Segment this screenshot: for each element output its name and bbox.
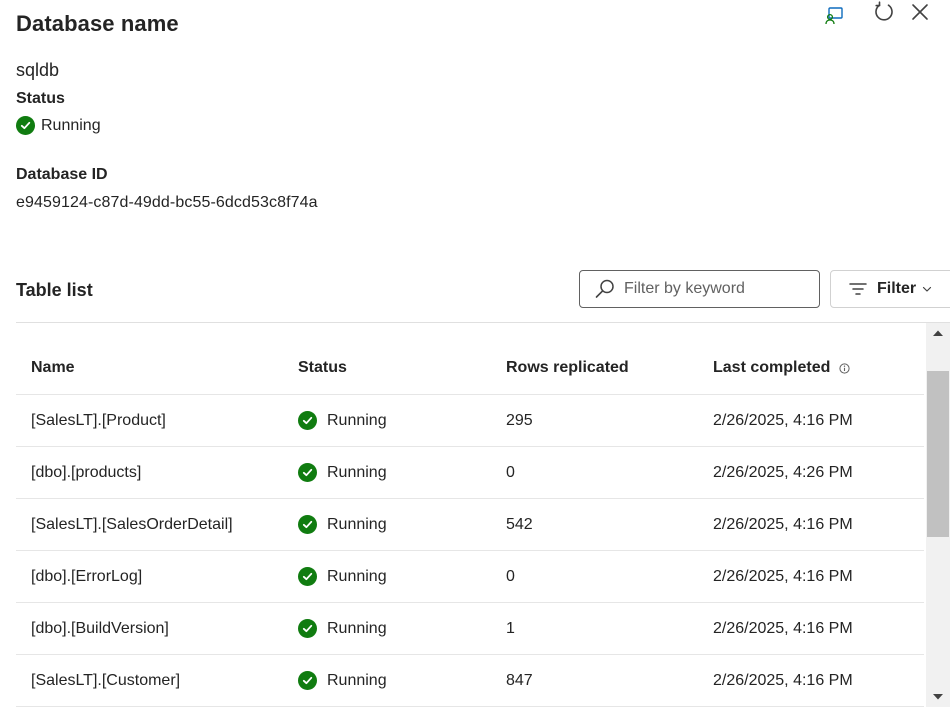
close-icon[interactable] — [908, 0, 932, 24]
search-icon — [594, 278, 616, 300]
table-list: Name Status Rows replicated Last complet… — [16, 342, 924, 707]
filter-button[interactable]: Filter — [830, 270, 950, 308]
row-rows-replicated: 0 — [506, 463, 515, 481]
row-status: Running — [298, 395, 387, 446]
row-name: [dbo].[BuildVersion] — [31, 619, 169, 637]
row-last-completed: 2/26/2025, 4:26 PM — [713, 463, 853, 481]
row-status-label: Running — [327, 619, 387, 637]
row-last-completed: 2/26/2025, 4:16 PM — [713, 411, 853, 429]
row-name: [dbo].[products] — [31, 463, 142, 481]
row-status: Running — [298, 499, 387, 550]
scrollbar-thumb[interactable] — [927, 371, 949, 537]
column-header-status[interactable]: Status — [298, 342, 347, 394]
section-divider — [16, 322, 950, 323]
row-last-completed: 2/26/2025, 4:16 PM — [713, 671, 853, 689]
row-status: Running — [298, 603, 387, 654]
database-id-value: e9459124-c87d-49dd-bc55-6dcd53c8f74a — [16, 194, 318, 211]
table-row[interactable]: [dbo].[products] Running 0 2/26/2025, 4:… — [16, 447, 924, 499]
feedback-icon[interactable] — [822, 4, 846, 28]
panel-toolbar — [820, 0, 950, 26]
row-name: [SalesLT].[Product] — [31, 411, 166, 429]
database-name-value: sqldb — [16, 60, 60, 80]
row-rows-replicated: 295 — [506, 411, 533, 429]
row-status-label: Running — [327, 463, 387, 481]
check-circle-icon — [298, 515, 317, 534]
check-circle-icon — [298, 411, 317, 430]
row-last-completed: 2/26/2025, 4:16 PM — [713, 619, 853, 637]
row-status: Running — [298, 447, 387, 498]
row-status: Running — [298, 551, 387, 602]
check-circle-icon — [16, 116, 35, 135]
chevron-down-icon — [922, 285, 932, 293]
filter-keyword-search[interactable] — [579, 270, 820, 308]
scroll-up-arrow-icon[interactable] — [926, 329, 950, 345]
table-header-row: Name Status Rows replicated Last complet… — [16, 342, 924, 395]
scroll-down-arrow-icon[interactable] — [926, 693, 950, 707]
column-header-rows-replicated[interactable]: Rows replicated — [506, 342, 629, 394]
row-last-completed: 2/26/2025, 4:16 PM — [713, 515, 853, 533]
table-row[interactable]: [SalesLT].[SalesOrderDetail] Running 542… — [16, 499, 924, 551]
table-scrollbar[interactable] — [926, 323, 950, 707]
row-status-label: Running — [327, 515, 387, 533]
row-status: Running — [298, 655, 387, 706]
filter-button-label: Filter — [877, 280, 917, 297]
row-rows-replicated: 0 — [506, 567, 515, 585]
check-circle-icon — [298, 463, 317, 482]
info-icon[interactable] — [839, 362, 850, 374]
row-status-label: Running — [327, 671, 387, 689]
filter-keyword-input[interactable] — [624, 280, 804, 298]
column-header-last-completed[interactable]: Last completed — [713, 342, 850, 394]
refresh-icon[interactable] — [872, 0, 896, 24]
check-circle-icon — [298, 619, 317, 638]
table-list-title: Table list — [16, 280, 93, 300]
row-status-label: Running — [327, 411, 387, 429]
panel-title: Database name — [16, 11, 179, 36]
table-row[interactable]: [SalesLT].[Customer] Running 847 2/26/20… — [16, 655, 924, 707]
database-status: Running — [16, 116, 101, 135]
row-name: [SalesLT].[SalesOrderDetail] — [31, 515, 233, 533]
row-name: [SalesLT].[Customer] — [31, 671, 181, 689]
status-label: Status — [16, 90, 65, 107]
check-circle-icon — [298, 671, 317, 690]
column-header-last-completed-label: Last completed — [713, 359, 831, 376]
column-header-name[interactable]: Name — [31, 342, 75, 394]
row-rows-replicated: 1 — [506, 619, 515, 637]
row-status-label: Running — [327, 567, 387, 585]
row-rows-replicated: 847 — [506, 671, 533, 689]
table-row[interactable]: [SalesLT].[Product] Running 295 2/26/202… — [16, 395, 924, 447]
table-row[interactable]: [dbo].[ErrorLog] Running 0 2/26/2025, 4:… — [16, 551, 924, 603]
filter-icon — [849, 282, 867, 296]
row-last-completed: 2/26/2025, 4:16 PM — [713, 567, 853, 585]
database-id-label: Database ID — [16, 166, 108, 183]
status-value: Running — [41, 116, 101, 134]
row-rows-replicated: 542 — [506, 515, 533, 533]
table-row[interactable]: [dbo].[BuildVersion] Running 1 2/26/2025… — [16, 603, 924, 655]
row-name: [dbo].[ErrorLog] — [31, 567, 143, 585]
check-circle-icon — [298, 567, 317, 586]
